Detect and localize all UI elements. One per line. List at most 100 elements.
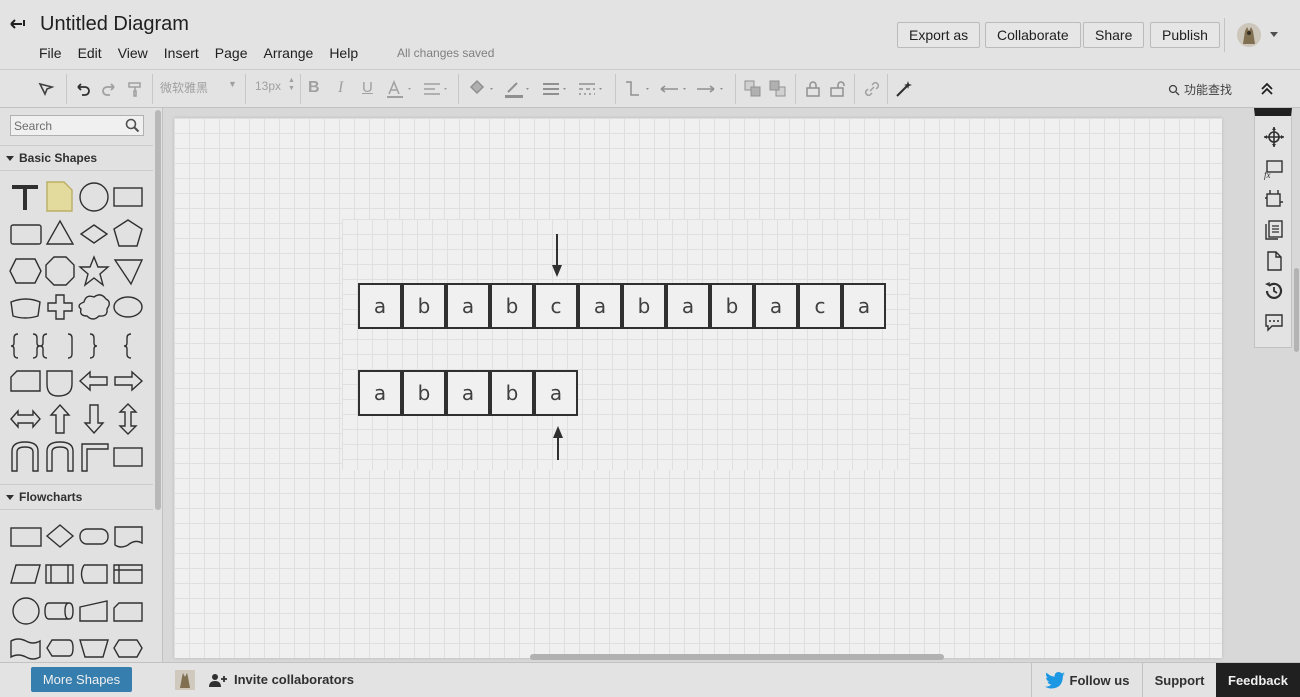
cross-shape[interactable] (47, 294, 73, 320)
text-cell[interactable]: a (578, 283, 622, 329)
flow-stored-data-shape[interactable] (80, 564, 108, 584)
funnel-shape[interactable] (113, 259, 144, 286)
search-box[interactable] (10, 115, 144, 136)
document-title[interactable]: Untitled Diagram (40, 13, 189, 36)
line-start-icon[interactable] (658, 79, 692, 99)
u-turn-shape[interactable] (11, 441, 39, 472)
text-cell[interactable]: c (534, 283, 578, 329)
menu-help[interactable]: Help (329, 45, 366, 61)
menu-file[interactable]: File (39, 45, 70, 61)
flow-tape-shape[interactable] (10, 638, 41, 660)
bold-icon[interactable]: B (308, 79, 328, 99)
menu-page[interactable]: Page (215, 45, 256, 61)
section-flowcharts[interactable]: Flowcharts (0, 484, 153, 510)
function-search[interactable]: 功能查找 (1168, 81, 1232, 98)
underline-icon[interactable]: U (362, 79, 382, 99)
flow-direct-data-shape[interactable] (44, 602, 74, 620)
curly-brace-shape[interactable] (89, 333, 98, 359)
sidebar-scroll-thumb[interactable] (155, 110, 161, 510)
menu-view[interactable]: View (118, 45, 156, 61)
flow-manual-input-shape[interactable] (79, 600, 108, 622)
menu-arrange[interactable]: Arrange (264, 45, 322, 61)
line-style-icon[interactable] (577, 79, 607, 99)
arrow-left-shape[interactable] (78, 370, 108, 392)
bracket-shape[interactable] (67, 333, 73, 359)
rectangle-shape[interactable] (113, 187, 143, 207)
feedback-button[interactable]: Feedback (1216, 663, 1300, 697)
flow-data-shape[interactable] (10, 564, 41, 584)
diagram-group[interactable]: a b a b c a b a b a c a a b a b a (342, 219, 909, 470)
arrow-down-shape[interactable] (83, 404, 105, 435)
diagram-page[interactable]: a b a b c a b a b a c a a b a b a (174, 118, 1222, 658)
process-shape[interactable] (113, 447, 143, 467)
double-arrow-shape[interactable] (10, 409, 41, 429)
font-select[interactable]: 微软雅黑 ▼ (160, 79, 240, 99)
text-cell[interactable]: b (710, 283, 754, 329)
undo-icon[interactable] (73, 79, 93, 99)
arrow-right-shape[interactable] (114, 370, 144, 392)
diamond-shape[interactable] (79, 224, 109, 244)
lock-icon[interactable] (803, 79, 823, 99)
format-panel-icon[interactable] (36, 79, 56, 99)
line-width-icon[interactable] (541, 79, 571, 99)
to-front-icon[interactable] (743, 79, 763, 99)
vertical-scroll-thumb[interactable] (1294, 268, 1299, 352)
pages-icon[interactable] (1263, 219, 1285, 241)
collapse-icon[interactable] (1257, 79, 1277, 99)
search-input[interactable] (11, 116, 119, 135)
text-cell[interactable]: c (798, 283, 842, 329)
to-back-icon[interactable] (768, 79, 788, 99)
text-cell[interactable]: b (402, 283, 446, 329)
note-shape[interactable] (46, 181, 73, 212)
vertical-double-arrow-shape[interactable] (118, 403, 138, 435)
magic-wand-icon[interactable] (894, 79, 914, 99)
pattern-cell[interactable]: a (446, 370, 490, 416)
card-shape[interactable] (10, 298, 41, 319)
section-basic-shapes[interactable]: Basic Shapes (0, 145, 153, 171)
fill-color-icon[interactable] (468, 79, 498, 99)
text-cell[interactable]: a (842, 283, 886, 329)
canvas-area[interactable]: a b a b c a b a b a c a a b a b a (163, 108, 1254, 662)
arrow-up-shape[interactable] (49, 403, 71, 434)
font-size-select[interactable]: 13px ▲ ▼ (255, 77, 297, 99)
text-cell[interactable]: b (490, 283, 534, 329)
pattern-cell[interactable]: a (534, 370, 578, 416)
horizontal-scrollbar[interactable] (530, 654, 944, 660)
follow-us-link[interactable]: Follow us (1031, 663, 1142, 697)
formula-icon[interactable]: fx (1263, 158, 1285, 180)
flow-preparation-shape[interactable] (113, 639, 143, 658)
brace-left-shape[interactable] (10, 333, 19, 359)
avatar[interactable] (175, 670, 195, 690)
flow-process-shape[interactable] (10, 527, 42, 547)
text-cell[interactable]: a (666, 283, 710, 329)
history-icon[interactable] (1263, 280, 1285, 302)
text-cell[interactable]: b (622, 283, 666, 329)
flow-manual-operation-shape[interactable] (79, 639, 109, 658)
corner-rect-shape[interactable] (10, 370, 41, 392)
comment-icon[interactable] (1263, 311, 1285, 333)
avatar[interactable] (1236, 22, 1262, 48)
crop-icon[interactable] (1263, 188, 1285, 210)
curly-brace-left-shape[interactable] (123, 333, 132, 359)
hexagon-shape[interactable] (9, 258, 42, 284)
menu-edit[interactable]: Edit (78, 45, 110, 61)
navigate-icon[interactable] (1263, 126, 1285, 148)
waypoints-icon[interactable] (623, 79, 655, 99)
u-shape[interactable] (46, 441, 74, 472)
text-cell[interactable]: a (446, 283, 490, 329)
text-cell[interactable]: a (754, 283, 798, 329)
flow-terminator-shape[interactable] (79, 528, 109, 545)
arrow-up-connector[interactable] (551, 424, 565, 462)
back-arrow-icon[interactable] (8, 14, 28, 34)
pattern-cell[interactable]: a (358, 370, 402, 416)
text-cell[interactable]: a (358, 283, 402, 329)
page-icon[interactable] (1263, 250, 1285, 272)
line-end-icon[interactable] (695, 79, 729, 99)
flow-predefined-shape[interactable] (45, 564, 74, 584)
export-button[interactable]: Export as (897, 22, 981, 48)
pentagon-shape[interactable] (113, 219, 143, 247)
brace-right-shape[interactable] (32, 333, 41, 359)
triangle-shape[interactable] (45, 219, 75, 245)
vertical-scrollbar[interactable] (1292, 108, 1300, 662)
collaborate-button[interactable]: Collaborate (985, 22, 1081, 48)
